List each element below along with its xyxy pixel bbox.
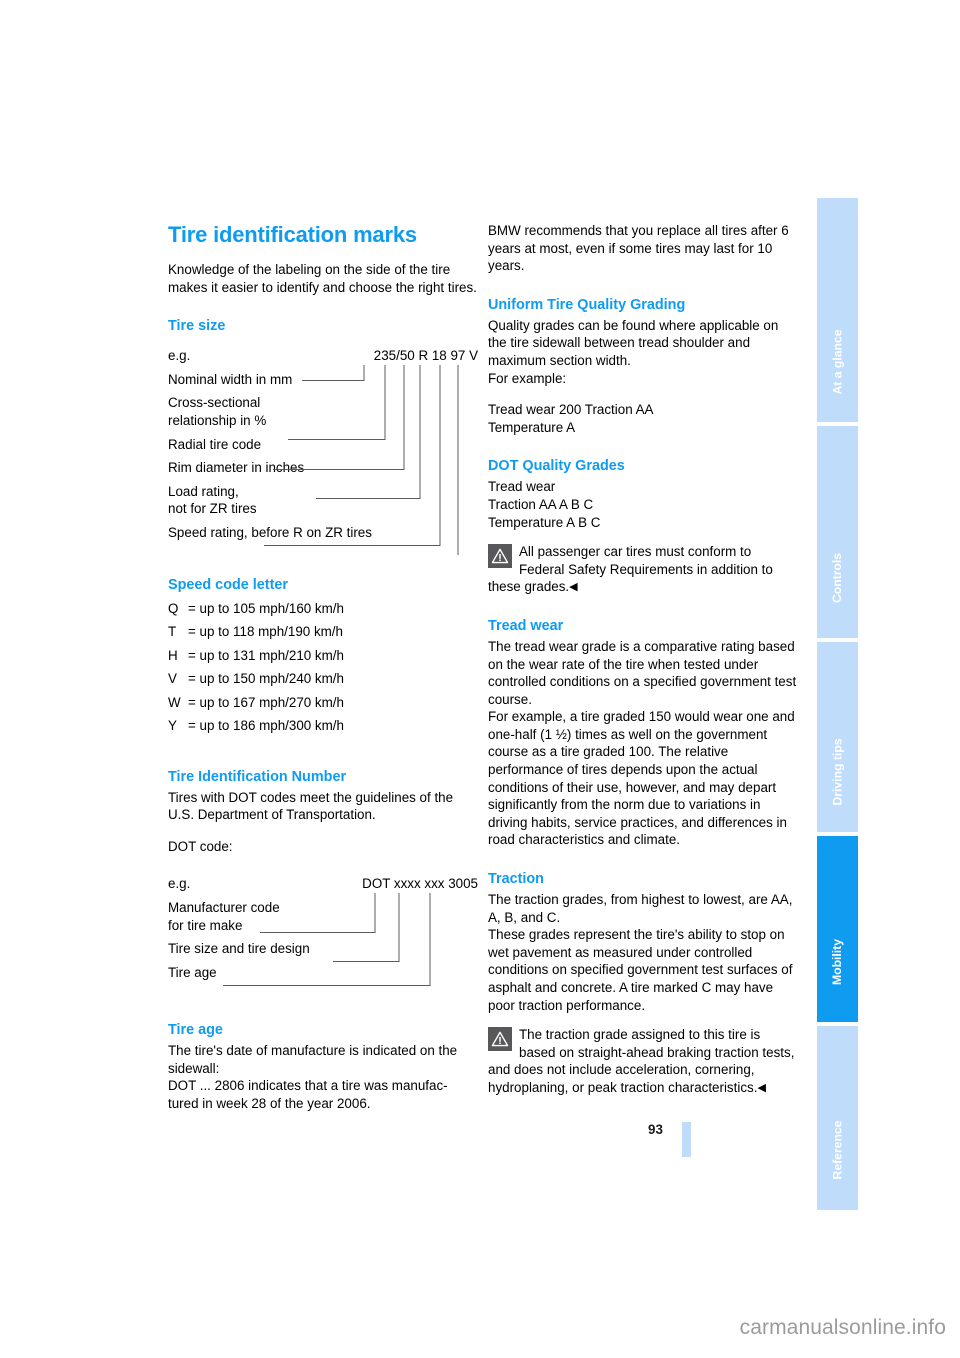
speed-code-row: W = up to 167 mph/270 km/h [168,691,478,715]
warning-triangle-icon [488,544,512,569]
callout-manufacturer-code-2: for tire make [168,917,243,933]
utqg-paragraph-2: For example: [488,370,567,386]
tread-wear-paragraph-2: For example, a tire graded 150 would wea… [488,709,795,848]
callout-rim-diameter: Rim diameter in inches [168,460,305,476]
speed-code-row: Y = up to 186 mph/300 km/h [168,714,478,738]
tab-driving-tips-label: Driving tips [830,738,845,806]
dot-quality-line-1: Tread wear [488,479,556,495]
site-watermark: carmanualsonline.info [739,1316,946,1339]
callout-load-rating-2: not for ZR tires [168,501,257,517]
tab-controls-label: Controls [830,552,845,604]
traction-paragraph-1: The traction grades, from highest to low… [488,892,793,925]
tab-at-a-glance-label: At a glance [830,329,845,395]
callout-cross-sectional-1: Cross-sectional [168,395,261,411]
tab-reference-label: Reference [830,1120,845,1180]
utqg-paragraph-1: Quality grades can be found where applic… [488,317,779,368]
speed-code-definition: = up to 131 mph/210 km/h [188,647,344,663]
speed-code-letter: V [168,671,177,687]
dot-quality-line-2: Traction AA A B C [488,496,594,512]
speed-code-row: T = up to 118 mph/190 km/h [168,620,478,644]
dot-code-eg-label: e.g. [168,876,191,892]
bmw-recommendation-paragraph: BMW recommends that you replace all tire… [488,223,789,274]
heading-tread-wear: Tread wear [488,617,564,634]
callout-tire-size-design: Tire size and tire design [168,941,310,957]
dot-quality-note-endmark: ◀ [569,581,578,594]
page-title: Tire identification marks [168,222,417,247]
tab-controls[interactable]: Controls [817,426,858,638]
tire-size-eg-value: 235/50 R 18 97 V [373,348,478,364]
speed-code-letter: W [168,694,181,710]
dot-quality-warning-note: All passenger car tires must conform to … [488,543,798,596]
tire-size-example-row: e.g. 235/50 R 18 97 V [168,347,478,365]
callout-manufacturer-code-1: Manufacturer code [168,899,280,915]
tire-age-paragraph: The tire's date of manufacture is indica… [168,1043,458,1112]
speed-code-row: H = up to 131 mph/210 km/h [168,644,478,668]
tire-size-callout-labels: Nominal width in mm Cross-sectional rela… [168,364,478,555]
tab-reference[interactable]: Reference [817,1026,858,1210]
speed-code-definition: = up to 105 mph/160 km/h [188,600,344,616]
section-tab-rail: At a glance Controls Driving tips Mobili… [817,198,858,1214]
callout-cross-sectional-2: relationship in % [168,412,267,428]
heading-traction: Traction [488,871,544,888]
speed-code-row: Q = up to 105 mph/160 km/h [168,597,478,621]
traction-paragraph-2: These grades represent the tire's abilit… [488,927,793,1013]
warning-triangle-icon [488,1027,512,1052]
dot-quality-line-3: Temperature A B C [488,514,601,530]
intro-paragraph: Knowledge of the labeling on the side of… [168,262,477,295]
dot-code-example-row: e.g. DOT xxxx xxx 3005 [168,875,478,893]
speed-code-row: V = up to 150 mph/240 km/h [168,667,478,691]
speed-code-list: Q = up to 105 mph/160 km/h T = up to 118… [168,597,478,738]
page-number-bar [682,1122,691,1157]
page-number: 93 [648,1122,663,1137]
manual-page: Tire identification marks Knowledge of t… [0,0,960,1358]
utqg-example-line-1: Tread wear 200 Traction AA [488,402,654,418]
heading-tire-identification-number: Tire Identification Number [168,768,347,785]
tab-driving-tips[interactable]: Driving tips [817,642,858,832]
heading-uniform-tire-quality-grading: Uniform Tire Quality Grading [488,296,686,313]
heading-speed-code-letter: Speed code letter [168,576,288,593]
callout-nominal-width: Nominal width in mm [168,371,293,387]
heading-dot-quality-grades: DOT Quality Grades [488,458,625,475]
speed-code-letter: Q [168,600,179,616]
tab-mobility[interactable]: Mobility [817,836,858,1022]
traction-note-endmark: ◀ [757,1081,766,1094]
tab-mobility-label: Mobility [830,938,845,986]
speed-code-letter: H [168,647,178,663]
dot-code-diagram: e.g. DOT xxxx xxx 3005 Manufacturer code… [168,875,478,986]
callout-radial-tire-code: Radial tire code [168,436,262,452]
dot-quality-note-text: All passenger car tires must conform to … [488,544,773,595]
speed-code-definition: = up to 150 mph/240 km/h [188,671,344,687]
callout-speed-rating: Speed rating, before R on ZR tires [168,524,372,540]
dot-code-callout-labels: Manufacturer code for tire make Tire siz… [168,892,478,986]
tin-paragraph-1: Tires with DOT codes meet the guidelines… [168,789,454,823]
tin-paragraph-2: DOT code: [168,838,233,854]
utqg-example-line-2: Temperature A [488,419,576,435]
tire-size-diagram: e.g. 235/50 R 18 97 V Nominal width in m… [168,347,478,555]
tire-size-eg-label: e.g. [168,348,191,364]
tab-at-a-glance[interactable]: At a glance [817,198,858,422]
traction-warning-note: The traction grade assigned to this tire… [488,1026,798,1096]
speed-code-definition: = up to 118 mph/190 km/h [188,624,343,640]
speed-code-definition: = up to 167 mph/270 km/h [188,694,344,710]
speed-code-definition: = up to 186 mph/300 km/h [188,718,344,734]
callout-load-rating-1: Load rating, [168,483,239,499]
dot-code-eg-value: DOT xxxx xxx 3005 [362,876,478,892]
tread-wear-paragraph-1: The tread wear grade is a comparative ra… [488,638,797,707]
heading-tire-age: Tire age [168,1022,223,1039]
heading-tire-size: Tire size [168,318,226,335]
right-column: BMW recommends that you replace all tire… [488,222,798,1097]
left-column: Tire identification marks Knowledge of t… [168,222,478,1113]
speed-code-letter: Y [168,718,177,734]
traction-note-text: The traction grade assigned to this tire… [488,1027,795,1095]
speed-code-letter: T [168,624,177,640]
callout-tire-age: Tire age [168,964,217,980]
